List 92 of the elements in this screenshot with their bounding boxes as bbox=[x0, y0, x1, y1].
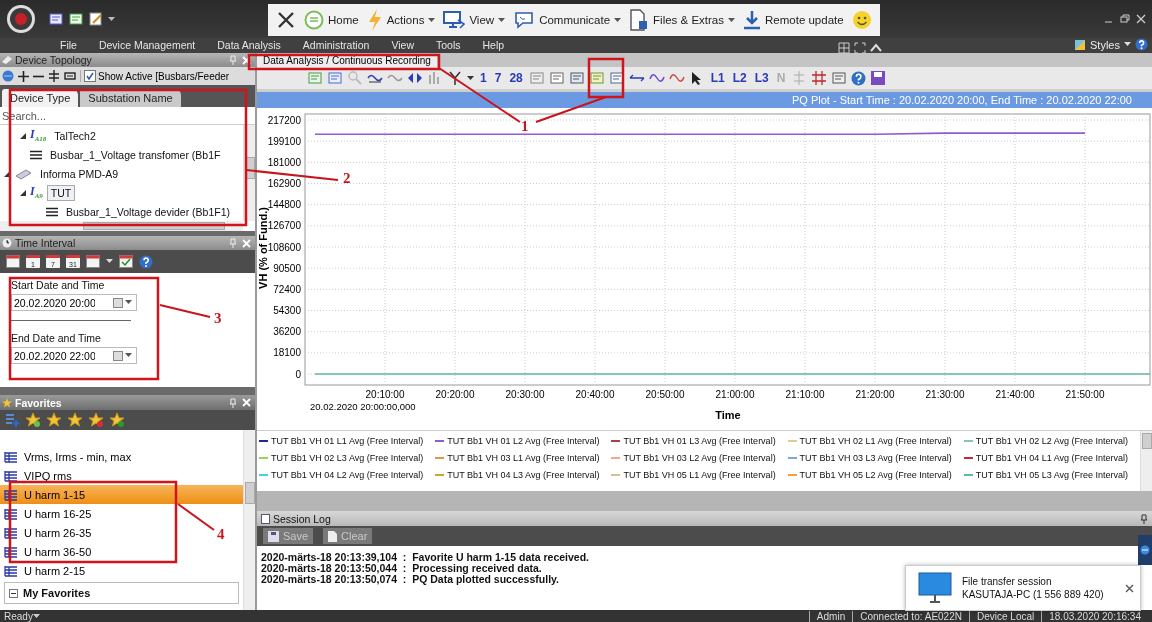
favorite-item[interactable]: U harm 2-15 bbox=[0, 561, 243, 580]
legend-label: TUT Bb1 VH 05 L1 Avg (Free Interval) bbox=[623, 470, 776, 480]
y-tick-label: 18100 bbox=[273, 347, 301, 359]
status-item: Admin bbox=[808, 610, 853, 622]
phase-button[interactable]: L2 bbox=[730, 71, 749, 85]
panel-title: Favorites bbox=[15, 396, 63, 409]
y-tick-label: 162900 bbox=[267, 178, 301, 189]
x-tick-label: 20:50:00 bbox=[645, 389, 685, 400]
y-tick-label: 181000 bbox=[267, 156, 301, 168]
toolbar-button[interactable]: View bbox=[443, 10, 506, 30]
group-label: My Favorites bbox=[23, 587, 91, 599]
x-tick-label: 21:30:00 bbox=[925, 389, 965, 400]
toolbar-button[interactable]: Files & Extras bbox=[629, 9, 735, 31]
callout-number: 4 bbox=[217, 527, 225, 542]
panel-title: Device Topology bbox=[15, 54, 93, 66]
callout-number: 3 bbox=[214, 311, 222, 326]
callout-number: 2 bbox=[343, 171, 351, 186]
x-origin-label: 20.02.2020 20:00:00,000 bbox=[310, 401, 416, 412]
phase-button[interactable]: L1 bbox=[708, 71, 727, 85]
legend-label: TUT Bb1 VH 02 L2 Avg (Free Interval) bbox=[975, 436, 1129, 446]
legend-label: TUT Bb1 VH 01 L3 Avg (Free Interval) bbox=[623, 436, 776, 446]
legend-label: TUT Bb1 VH 04 L1 Avg (Free Interval) bbox=[975, 453, 1129, 463]
favorite-item[interactable]: U harm 1-15 bbox=[0, 485, 243, 504]
y-tick-label: 72400 bbox=[273, 283, 301, 295]
log-line: 2020-märts-18 20:13:50,044 : Processing received data. bbox=[261, 563, 542, 574]
log-line: 2020-märts-18 20:13:39,104 : Favorite U harm 1-15 data received. bbox=[261, 552, 589, 563]
legend-label: TUT Bb1 VH 05 L3 Avg (Free Interval) bbox=[975, 470, 1129, 480]
day-range-button[interactable]: 1 bbox=[478, 71, 489, 85]
y-tick-label: 0 bbox=[295, 368, 301, 380]
notification-title: File transfer session bbox=[962, 576, 1053, 587]
menu-item[interactable]: View bbox=[391, 39, 414, 51]
legend-label: TUT Bb1 VH 04 L2 Avg (Free Interval) bbox=[271, 470, 424, 480]
legend-label: TUT Bb1 VH 01 L2 Avg (Free Interval) bbox=[447, 436, 600, 446]
status-text: Ready bbox=[4, 610, 33, 622]
x-tick-label: 21:10:00 bbox=[785, 389, 825, 400]
phase-button[interactable]: L3 bbox=[752, 71, 771, 85]
legend-label: TUT Bb1 VH 03 L3 Avg (Free Interval) bbox=[799, 453, 952, 463]
menu-item[interactable]: Administration bbox=[302, 39, 370, 51]
x-axis-title: Time bbox=[715, 409, 741, 421]
toolbar-button[interactable]: Home bbox=[304, 10, 359, 30]
day-range-button[interactable]: 28 bbox=[507, 71, 525, 85]
field-label: End Date and Time bbox=[11, 332, 102, 344]
day-range-button[interactable]: 7 bbox=[492, 71, 504, 85]
x-tick-label: 21:40:00 bbox=[995, 389, 1035, 400]
x-tick-label: 21:20:00 bbox=[855, 389, 895, 400]
x-tick-label: 20:10:00 bbox=[365, 389, 405, 400]
menu-item[interactable]: Tools bbox=[435, 39, 461, 51]
favorite-item[interactable]: U harm 36-50 bbox=[0, 542, 243, 561]
legend-label: TUT Bb1 VH 05 L2 Avg (Free Interval) bbox=[799, 470, 952, 480]
y-tick-label: 199100 bbox=[267, 135, 301, 147]
y-tick-label: 108600 bbox=[267, 241, 301, 253]
tree-item[interactable]: TUT bbox=[46, 184, 76, 201]
toolbar-button[interactable]: Communicate bbox=[513, 10, 622, 30]
tree-item[interactable]: Busbar_1_Voltage devider (Bb1F1) bbox=[62, 203, 235, 220]
favorite-item[interactable]: VIPQ rms bbox=[0, 466, 243, 485]
menu-item[interactable]: Help bbox=[482, 39, 505, 51]
y-tick-label: 90500 bbox=[273, 262, 301, 274]
y-tick-label: 126700 bbox=[267, 220, 301, 232]
favorite-item[interactable]: U harm 16-25 bbox=[0, 504, 243, 523]
y-tick-label: 36200 bbox=[273, 326, 301, 338]
x-tick-label: 21:00:00 bbox=[715, 389, 755, 400]
legend-label: TUT Bb1 VH 03 L2 Avg (Free Interval) bbox=[623, 453, 776, 463]
legend-label: TUT Bb1 VH 01 L1 Avg (Free Interval) bbox=[271, 436, 424, 446]
x-tick-label: 21:50:00 bbox=[1065, 389, 1105, 400]
y-axis-title: VH (% of Fund.) bbox=[257, 207, 269, 289]
tree-item[interactable]: Informa PMD-A9 bbox=[36, 165, 123, 182]
x-tick-label: 20:40:00 bbox=[575, 389, 615, 400]
callout-number: 1 bbox=[521, 119, 529, 134]
x-tick-label: 20:20:00 bbox=[435, 389, 475, 400]
x-tick-label: 20:30:00 bbox=[505, 389, 545, 400]
notification-detail: KASUTAJA-PC (1 556 889 420) bbox=[962, 589, 1105, 600]
toolbar-button[interactable]: Remote update bbox=[743, 10, 844, 30]
panel-title: Session Log bbox=[273, 512, 332, 525]
tree-item[interactable]: Busbar_1_Voltage transfomer (Bb1F bbox=[46, 146, 225, 163]
y-tick-label: 217200 bbox=[267, 114, 301, 126]
menu-item[interactable]: Data Analysis bbox=[217, 39, 281, 51]
y-tick-label: 54300 bbox=[273, 305, 301, 316]
plot-title: PQ Plot - Start Time : 20.02.2020 20:00, End Time : 20.02.2020 22:00 bbox=[257, 92, 1152, 108]
legend-label: TUT Bb1 VH 04 L3 Avg (Free Interval) bbox=[447, 470, 600, 480]
log-line: 2020-märts-18 20:13:50,074 : PQ Data plotted successfully. bbox=[261, 574, 560, 585]
legend-label: TUT Bb1 VH 03 L1 Avg (Free Interval) bbox=[447, 453, 600, 463]
panel-title: Time Interval bbox=[15, 237, 77, 249]
tree-item[interactable]: TalTech2 bbox=[50, 127, 100, 144]
styles-menu[interactable]: Styles bbox=[1074, 38, 1131, 51]
field-label: Start Date and Time bbox=[11, 279, 106, 291]
legend-label: TUT Bb1 VH 02 L3 Avg (Free Interval) bbox=[271, 453, 424, 463]
toolbar-button[interactable]: Actions bbox=[366, 9, 436, 31]
menu-item[interactable]: Device Management bbox=[98, 39, 196, 51]
favorite-item[interactable]: Vrms, Irms - min, max bbox=[0, 447, 243, 466]
legend-label: TUT Bb1 VH 02 L1 Avg (Free Interval) bbox=[799, 436, 952, 446]
group-header[interactable]: My Favorites bbox=[4, 582, 239, 604]
menu-item[interactable]: File bbox=[60, 39, 77, 51]
